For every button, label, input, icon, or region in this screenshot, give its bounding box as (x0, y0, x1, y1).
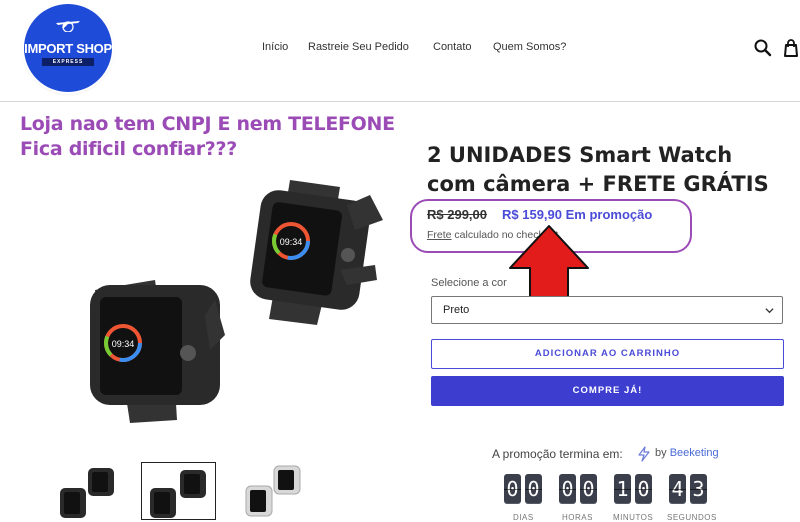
countdown-digit: 0 (635, 474, 652, 504)
countdown-digit: 0 (504, 474, 521, 504)
color-select[interactable]: Preto (431, 296, 783, 324)
countdown-digit: 0 (580, 474, 597, 504)
annotation-line-1: Loja nao tem CNPJ E nem TELEFONE (20, 113, 395, 135)
thumbnail-1[interactable] (58, 466, 130, 520)
add-to-cart-button[interactable]: ADICIONAR AO CARRINHO (431, 339, 784, 369)
store-logo[interactable]: IMPORT SHOP EXPRESS (24, 4, 112, 92)
buy-now-button[interactable]: COMPRE JÁ! (431, 376, 784, 406)
countdown-digit: 3 (690, 474, 707, 504)
color-select-value: Preto (443, 304, 470, 316)
logo-title: IMPORT SHOP (24, 41, 112, 56)
watch-front: 09:34 (90, 280, 225, 423)
color-select-label: Selecione a cor (431, 277, 507, 289)
thumbnail-3[interactable] (240, 464, 312, 518)
header-divider (0, 101, 800, 102)
nav-rastreie[interactable]: Rastreie Seu Pedido (308, 41, 409, 53)
thumbnail-2[interactable] (144, 466, 216, 520)
annotation-line-2: Fica dificil confiar??? (20, 138, 237, 160)
countdown-by: by (655, 447, 667, 459)
countdown-attribution: by Beeketing (655, 447, 719, 459)
search-icon[interactable] (753, 38, 773, 58)
nav-inicio[interactable]: Início (262, 41, 288, 53)
countdown-digit: 4 (669, 474, 686, 504)
svg-text:09:34: 09:34 (112, 339, 135, 349)
product-title: 2 UNIDADES Smart Watch com câmera + FRET… (427, 143, 769, 196)
countdown-digit: 1 (614, 474, 631, 504)
nav-contato[interactable]: Contato (433, 41, 472, 53)
lightning-icon (638, 446, 650, 462)
product-image[interactable]: 09:34 09:34 (85, 175, 385, 425)
nav-quem-somos[interactable]: Quem Somos? (493, 41, 566, 53)
countdown-digit: 0 (559, 474, 576, 504)
cart-icon[interactable] (781, 38, 800, 58)
beeketing-link[interactable]: Beeketing (670, 447, 719, 459)
countdown-digit: 0 (525, 474, 542, 504)
countdown-label: A promoção termina em: (492, 447, 623, 461)
airplane-icon (56, 21, 80, 32)
logo-subtitle: EXPRESS (42, 58, 94, 66)
chevron-down-icon (765, 308, 774, 314)
svg-text:09:34: 09:34 (280, 237, 303, 247)
watch-back: 09:34 (250, 180, 383, 325)
